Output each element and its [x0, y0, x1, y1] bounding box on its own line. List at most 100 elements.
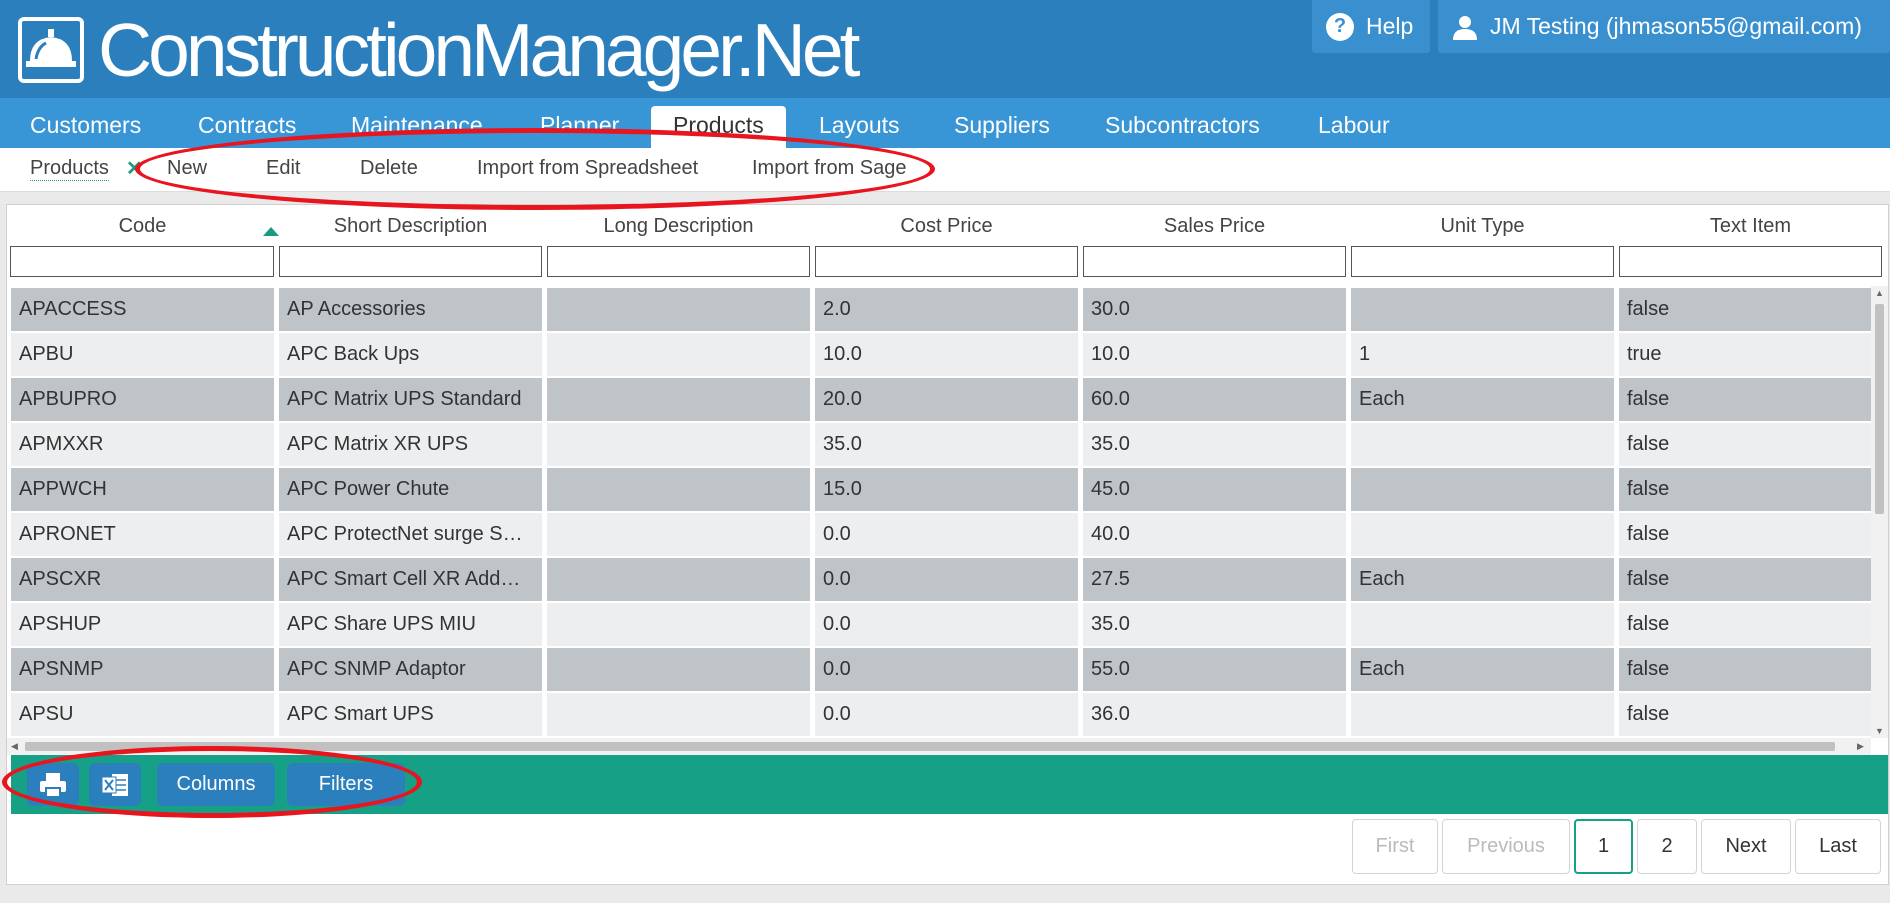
breadcrumb-products[interactable]: Products: [30, 156, 109, 181]
table-row[interactable]: APSCXR APC Smart Cell XR Add… 0.0 27.5 E…: [7, 558, 1871, 603]
vertical-scrollbar[interactable]: ▲ ▼: [1871, 286, 1888, 738]
question-icon: ?: [1326, 12, 1354, 41]
hardhat-logo-icon: [18, 17, 84, 83]
filter-cost-price-input[interactable]: [815, 246, 1078, 277]
app-title: ConstructionManager.Net: [98, 8, 860, 92]
cell-cost-price: 0.0: [815, 603, 1078, 646]
cell-unit-type: Each: [1351, 648, 1614, 691]
nav-tab-planner[interactable]: Planner: [518, 106, 641, 148]
cell-cost-price: 15.0: [815, 468, 1078, 511]
table-row[interactable]: APPWCH APC Power Chute 15.0 45.0 false: [7, 468, 1871, 513]
cell-short-description: APC Smart Cell XR Add…: [279, 558, 542, 601]
cell-unit-type: [1351, 468, 1614, 511]
scroll-down-icon[interactable]: ▼: [1875, 726, 1884, 736]
column-header-long-description[interactable]: Long Description: [547, 215, 810, 238]
first-page-button[interactable]: First: [1352, 819, 1438, 874]
app-header: ConstructionManager.Net ? Help JM Testin…: [0, 0, 1890, 98]
columns-button[interactable]: Columns: [157, 763, 275, 806]
cell-code: APSU: [11, 693, 274, 736]
horizontal-scrollbar[interactable]: ◀ ▶: [7, 738, 1871, 755]
scroll-left-icon[interactable]: ◀: [11, 741, 18, 752]
cell-short-description: APC Share UPS MIU: [279, 603, 542, 646]
cell-cost-price: 0.0: [815, 558, 1078, 601]
cell-text-item: false: [1619, 468, 1871, 511]
scroll-up-icon[interactable]: ▲: [1875, 288, 1884, 298]
cell-long-description: [547, 468, 810, 511]
import-spreadsheet-button[interactable]: Import from Spreadsheet: [477, 156, 698, 180]
cell-long-description: [547, 378, 810, 421]
vertical-scroll-thumb[interactable]: [1875, 304, 1884, 514]
table-row[interactable]: APRONET APC ProtectNet surge S… 0.0 40.0…: [7, 513, 1871, 558]
nav-tab-subcontractors[interactable]: Subcontractors: [1083, 106, 1282, 148]
cell-unit-type: [1351, 513, 1614, 556]
user-menu-button[interactable]: JM Testing (jhmason55@gmail.com): [1438, 0, 1890, 53]
next-page-button[interactable]: Next: [1701, 819, 1791, 874]
table-row[interactable]: APMXXR APC Matrix XR UPS 35.0 35.0 false: [7, 423, 1871, 468]
nav-tab-labour[interactable]: Labour: [1296, 106, 1412, 148]
user-icon: [1452, 14, 1478, 40]
cell-code: APBU: [11, 333, 274, 376]
cell-code: APACCESS: [11, 288, 274, 331]
nav-tab-suppliers[interactable]: Suppliers: [932, 106, 1072, 148]
breadcrumb-separator-icon: ✕: [126, 158, 143, 180]
column-header-code[interactable]: Code: [11, 215, 274, 238]
import-sage-button[interactable]: Import from Sage: [752, 156, 907, 180]
cell-short-description: APC Smart UPS: [279, 693, 542, 736]
filters-button[interactable]: Filters: [287, 763, 405, 806]
filter-sales-price-input[interactable]: [1083, 246, 1346, 277]
cell-text-item: false: [1619, 423, 1871, 466]
new-button[interactable]: New: [167, 156, 207, 180]
page-1-button[interactable]: 1: [1574, 819, 1633, 874]
nav-tab-contracts[interactable]: Contracts: [176, 106, 318, 148]
print-button[interactable]: [27, 763, 79, 806]
column-header-short-description[interactable]: Short Description: [279, 215, 542, 238]
cell-sales-price: 36.0: [1083, 693, 1346, 736]
filter-unit-type-input[interactable]: [1351, 246, 1614, 277]
user-label: JM Testing (jhmason55@gmail.com): [1490, 13, 1862, 39]
excel-export-button[interactable]: [89, 763, 141, 806]
filter-long-description-input[interactable]: [547, 246, 810, 277]
filter-short-description-input[interactable]: [279, 246, 542, 277]
delete-button[interactable]: Delete: [360, 156, 418, 180]
column-header-cost-price[interactable]: Cost Price: [815, 215, 1078, 238]
cell-long-description: [547, 558, 810, 601]
nav-tab-maintenance[interactable]: Maintenance: [329, 106, 505, 148]
table-row[interactable]: APBU APC Back Ups 10.0 10.0 1 true: [7, 333, 1871, 378]
previous-page-button[interactable]: Previous: [1442, 819, 1570, 874]
column-header-text-item[interactable]: Text Item: [1619, 215, 1882, 238]
app-logo[interactable]: ConstructionManager.Net: [18, 8, 860, 92]
table-row[interactable]: APSHUP APC Share UPS MIU 0.0 35.0 false: [7, 603, 1871, 648]
grid-toolbar: Columns Filters: [11, 755, 1888, 814]
cell-code: APMXXR: [11, 423, 274, 466]
cell-short-description: APC ProtectNet surge S…: [279, 513, 542, 556]
table-row[interactable]: APACCESS AP Accessories 2.0 30.0 false: [7, 288, 1871, 333]
edit-button[interactable]: Edit: [266, 156, 300, 180]
cell-short-description: APC Matrix XR UPS: [279, 423, 542, 466]
cell-text-item: false: [1619, 558, 1871, 601]
cell-unit-type: [1351, 288, 1614, 331]
page-2-button[interactable]: 2: [1637, 819, 1697, 874]
cell-sales-price: 35.0: [1083, 423, 1346, 466]
sort-ascending-icon: [263, 227, 279, 236]
cell-code: APSCXR: [11, 558, 274, 601]
nav-tab-layouts[interactable]: Layouts: [797, 106, 922, 148]
column-header-sales-price[interactable]: Sales Price: [1083, 215, 1346, 238]
help-button[interactable]: ? Help: [1312, 0, 1430, 53]
last-page-button[interactable]: Last: [1795, 819, 1881, 874]
cell-short-description: APC SNMP Adaptor: [279, 648, 542, 691]
filter-text-item-input[interactable]: [1619, 246, 1882, 277]
nav-tab-products[interactable]: Products: [651, 106, 786, 148]
cell-text-item: false: [1619, 378, 1871, 421]
table-row[interactable]: APSU APC Smart UPS 0.0 36.0 false: [7, 693, 1871, 738]
scroll-right-icon[interactable]: ▶: [1857, 741, 1864, 752]
horizontal-scroll-thumb[interactable]: [25, 742, 1835, 751]
table-row[interactable]: APSNMP APC SNMP Adaptor 0.0 55.0 Each fa…: [7, 648, 1871, 693]
cell-short-description: AP Accessories: [279, 288, 542, 331]
nav-tab-customers[interactable]: Customers: [8, 106, 163, 148]
cell-unit-type: Each: [1351, 558, 1614, 601]
column-header-unit-type[interactable]: Unit Type: [1351, 215, 1614, 238]
cell-short-description: APC Power Chute: [279, 468, 542, 511]
filter-code-input[interactable]: [10, 246, 274, 277]
cell-cost-price: 20.0: [815, 378, 1078, 421]
table-row[interactable]: APBUPRO APC Matrix UPS Standard 20.0 60.…: [7, 378, 1871, 423]
